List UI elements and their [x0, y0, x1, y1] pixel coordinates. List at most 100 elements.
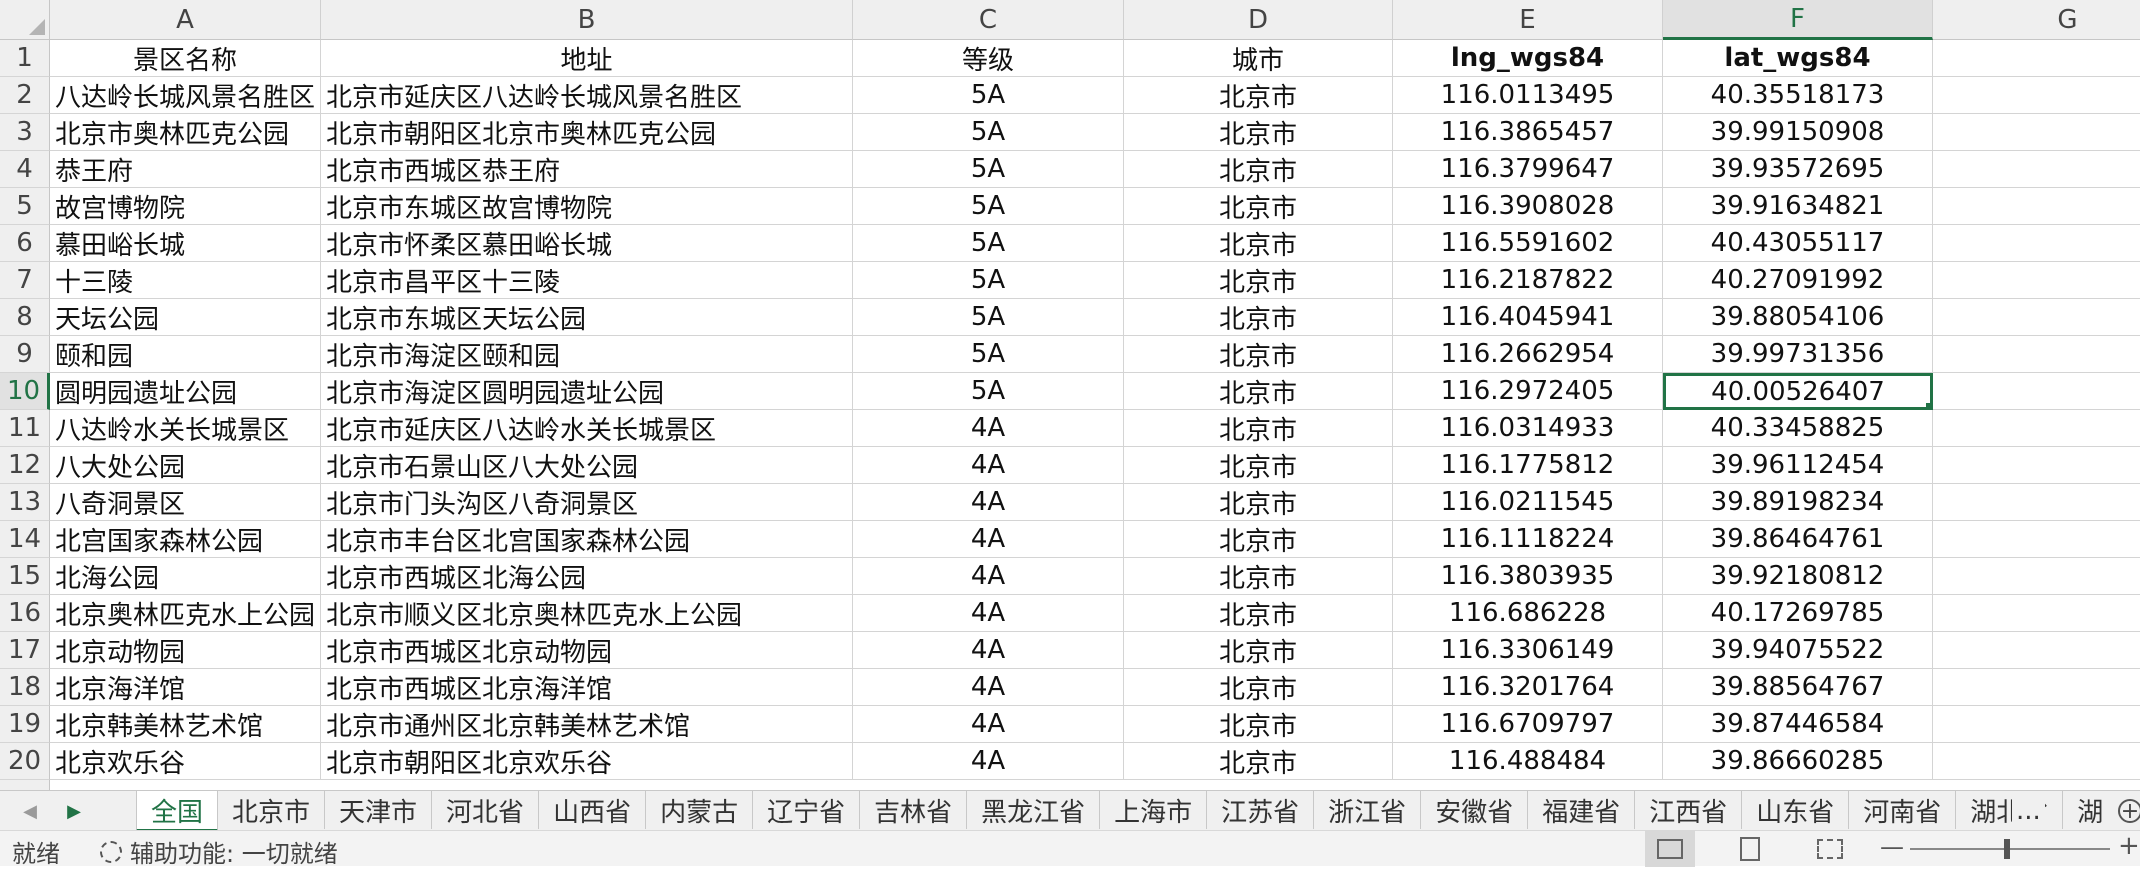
sheet-tab-10[interactable]: 江苏省: [1207, 791, 1315, 829]
cell-e6[interactable]: 116.5591602: [1393, 225, 1663, 262]
cell-c20[interactable]: 4A: [853, 743, 1124, 780]
cell-e15[interactable]: 116.3803935: [1393, 558, 1663, 595]
cell-b10[interactable]: 北京市海淀区圆明园遗址公园: [321, 373, 853, 410]
cell-d20[interactable]: 北京市: [1124, 743, 1393, 780]
cell-b7[interactable]: 北京市昌平区十三陵: [321, 262, 853, 299]
cell-f13[interactable]: 39.89198234: [1663, 484, 1933, 521]
triangle-left-icon[interactable]: ◀: [10, 791, 50, 831]
cell-a8[interactable]: 天坛公园: [50, 299, 321, 336]
cell-e11[interactable]: 116.0314933: [1393, 410, 1663, 447]
cell-f8[interactable]: 39.88054106: [1663, 299, 1933, 336]
cell-d11[interactable]: 北京市: [1124, 410, 1393, 447]
cell-b18[interactable]: 北京市西城区北京海洋馆: [321, 669, 853, 706]
row-header-12[interactable]: 12: [0, 447, 50, 484]
cell-c10[interactable]: 5A: [853, 373, 1124, 410]
cell-f9[interactable]: 39.99731356: [1663, 336, 1933, 373]
cell-d17[interactable]: 北京市: [1124, 632, 1393, 669]
cell-d10[interactable]: 北京市: [1124, 373, 1393, 410]
cell-b11[interactable]: 北京市延庆区八达岭水关长城景区: [321, 410, 853, 447]
cell-b2[interactable]: 北京市延庆区八达岭长城风景名胜区: [321, 77, 853, 114]
row-header-3[interactable]: 3: [0, 114, 50, 151]
row-header-17[interactable]: 17: [0, 632, 50, 669]
row-header-13[interactable]: 13: [0, 484, 50, 521]
sheet-tab-3[interactable]: 河北省: [432, 791, 540, 829]
cell-d3[interactable]: 北京市: [1124, 114, 1393, 151]
cell-g4[interactable]: [1933, 151, 2140, 188]
cell-a18[interactable]: 北京海洋馆: [50, 669, 321, 706]
cell-c14[interactable]: 4A: [853, 521, 1124, 558]
cell-c16[interactable]: 4A: [853, 595, 1124, 632]
cell-e5[interactable]: 116.3908028: [1393, 188, 1663, 225]
cell-d4[interactable]: 北京市: [1124, 151, 1393, 188]
cell-b17[interactable]: 北京市西城区北京动物园: [321, 632, 853, 669]
cell-b8[interactable]: 北京市东城区天坛公园: [321, 299, 853, 336]
cell-g15[interactable]: [1933, 558, 2140, 595]
cell-b20[interactable]: 北京市朝阳区北京欢乐谷: [321, 743, 853, 780]
row-header-5[interactable]: 5: [0, 188, 50, 225]
select-all-corner[interactable]: [0, 0, 50, 40]
sheet-tab-18[interactable]: 湖: [2063, 791, 2106, 829]
cell-g7[interactable]: [1933, 262, 2140, 299]
cell-a20[interactable]: 北京欢乐谷: [50, 743, 321, 780]
row-header-2[interactable]: 2: [0, 77, 50, 114]
cell-c2[interactable]: 5A: [853, 77, 1124, 114]
cell-d12[interactable]: 北京市: [1124, 447, 1393, 484]
sheet-tab-1[interactable]: 北京市: [218, 791, 326, 829]
cell-c12[interactable]: 4A: [853, 447, 1124, 484]
cell-g10[interactable]: [1933, 373, 2140, 410]
sheet-tab-8[interactable]: 黑龙江省: [967, 791, 1101, 829]
cell-g12[interactable]: [1933, 447, 2140, 484]
sheet-tab-9[interactable]: 上海市: [1100, 791, 1208, 829]
cell-b16[interactable]: 北京市顺义区北京奥林匹克水上公园: [321, 595, 853, 632]
cell-e14[interactable]: 116.1118224: [1393, 521, 1663, 558]
cell-g13[interactable]: [1933, 484, 2140, 521]
cell-f10[interactable]: 40.00526407: [1663, 373, 1933, 410]
cell-f18[interactable]: 39.88564767: [1663, 669, 1933, 706]
cell-e20[interactable]: 116.488484: [1393, 743, 1663, 780]
normal-view-button[interactable]: [1645, 831, 1695, 867]
cell-d16[interactable]: 北京市: [1124, 595, 1393, 632]
cell-e3[interactable]: 116.3865457: [1393, 114, 1663, 151]
cell-g2[interactable]: [1933, 77, 2140, 114]
cell-b12[interactable]: 北京市石景山区八大处公园: [321, 447, 853, 484]
cell-f11[interactable]: 40.33458825: [1663, 410, 1933, 447]
column-header-a[interactable]: A: [50, 0, 321, 40]
cell-c13[interactable]: 4A: [853, 484, 1124, 521]
cell-a9[interactable]: 颐和园: [50, 336, 321, 373]
cell-a15[interactable]: 北海公园: [50, 558, 321, 595]
cell-e12[interactable]: 116.1775812: [1393, 447, 1663, 484]
cell-d14[interactable]: 北京市: [1124, 521, 1393, 558]
column-header-b[interactable]: B: [321, 0, 853, 40]
cell-e7[interactable]: 116.2187822: [1393, 262, 1663, 299]
cell-d13[interactable]: 北京市: [1124, 484, 1393, 521]
cell-b9[interactable]: 北京市海淀区颐和园: [321, 336, 853, 373]
cell-g14[interactable]: [1933, 521, 2140, 558]
cell-a2[interactable]: 八达岭长城风景名胜区: [50, 77, 321, 114]
zoom-slider[interactable]: [1910, 848, 2110, 850]
cell-c17[interactable]: 4A: [853, 632, 1124, 669]
row-header-partial[interactable]: [0, 780, 50, 790]
cell-e9[interactable]: 116.2662954: [1393, 336, 1663, 373]
triangle-right-icon[interactable]: ▶: [54, 791, 94, 831]
cell-f17[interactable]: 39.94075522: [1663, 632, 1933, 669]
column-header-f[interactable]: F: [1663, 0, 1933, 40]
row-header-4[interactable]: 4: [0, 151, 50, 188]
cell-d18[interactable]: 北京市: [1124, 669, 1393, 706]
zoom-slider-thumb[interactable]: [2004, 839, 2010, 859]
sheet-tab-14[interactable]: 江西省: [1635, 791, 1743, 829]
cell-g5[interactable]: [1933, 188, 2140, 225]
cell-d8[interactable]: 北京市: [1124, 299, 1393, 336]
page-layout-view-button[interactable]: [1725, 831, 1775, 867]
cell-c9[interactable]: 5A: [853, 336, 1124, 373]
cell-d15[interactable]: 北京市: [1124, 558, 1393, 595]
cell-e8[interactable]: 116.4045941: [1393, 299, 1663, 336]
cell-a6[interactable]: 慕田峪长城: [50, 225, 321, 262]
cell-b13[interactable]: 北京市门头沟区八奇洞景区: [321, 484, 853, 521]
cell-e2[interactable]: 116.0113495: [1393, 77, 1663, 114]
cell-g16[interactable]: [1933, 595, 2140, 632]
column-header-c[interactable]: C: [853, 0, 1124, 40]
cell-a16[interactable]: 北京奥林匹克水上公园: [50, 595, 321, 632]
cell-c3[interactable]: 5A: [853, 114, 1124, 151]
cell-c11[interactable]: 4A: [853, 410, 1124, 447]
cell-f4[interactable]: 39.93572695: [1663, 151, 1933, 188]
